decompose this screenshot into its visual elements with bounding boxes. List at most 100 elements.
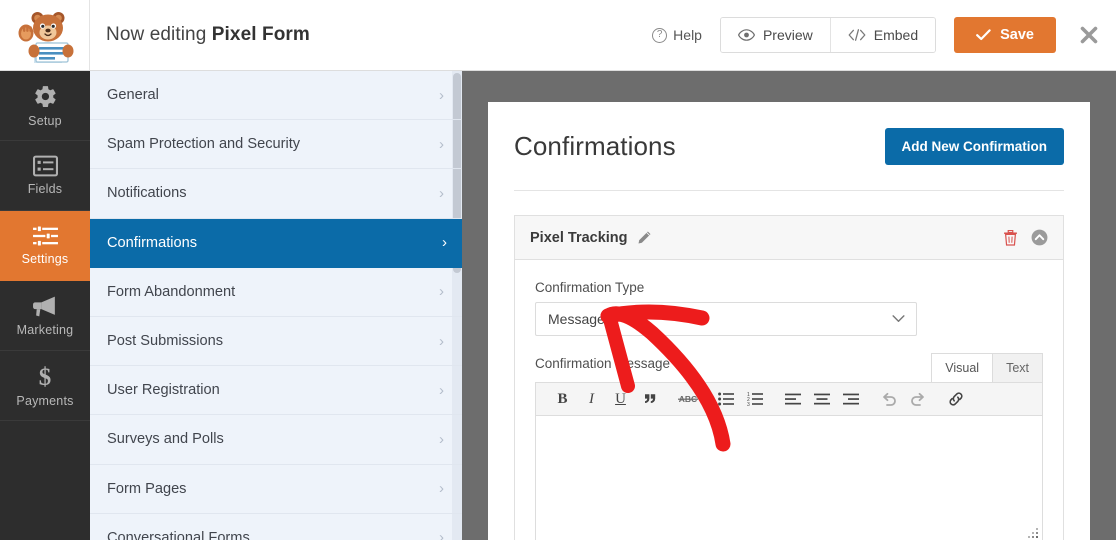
sidebar-item-label: Settings (21, 252, 69, 266)
settings-item-surveys-and-polls[interactable]: Surveys and Polls › (90, 415, 462, 465)
settings-item-label: User Registration (107, 382, 220, 399)
numbered-list-icon[interactable]: 1 2 3 (740, 385, 769, 414)
checkmark-icon (976, 29, 991, 41)
chevron-right-icon: › (439, 430, 444, 448)
chevron-right-icon: › (439, 529, 444, 540)
tab-text[interactable]: Text (993, 353, 1043, 382)
settings-item-form-pages[interactable]: Form Pages › (90, 465, 462, 514)
header-divider (514, 190, 1064, 191)
editor-resize-handle[interactable] (1028, 528, 1039, 539)
align-right-icon[interactable] (836, 385, 865, 414)
confirmation-message-row: Confirmation Message Visual Text B I U A… (535, 353, 1043, 540)
svg-text:$: $ (39, 364, 52, 389)
svg-text:3: 3 (747, 402, 750, 406)
chevron-right-icon: › (439, 184, 444, 202)
sidebar-item-marketing[interactable]: Marketing (0, 281, 90, 351)
chevron-right-icon: › (439, 381, 444, 399)
settings-item-user-registration[interactable]: User Registration › (90, 366, 462, 416)
strikethrough-icon[interactable]: ABC (673, 385, 702, 414)
sidebar-item-label: Marketing (16, 323, 74, 337)
save-button[interactable]: Save (954, 17, 1056, 53)
redo-icon[interactable] (903, 385, 932, 414)
page-title: Confirmations (514, 131, 676, 161)
close-icon (1080, 26, 1098, 44)
question-mark-icon: ? (652, 27, 668, 43)
trash-icon[interactable] (1003, 229, 1018, 246)
italic-icon[interactable]: I (577, 385, 606, 414)
top-toolbar-actions: ? Help Preview Embed Save (648, 17, 1116, 53)
confirmation-block-body: Confirmation Type Message Confirmation M… (515, 260, 1063, 540)
settings-item-label: Form Abandonment (107, 283, 236, 300)
underline-icon[interactable]: U (606, 385, 635, 414)
app-logo (0, 0, 90, 70)
editing-prefix: Now editing (106, 24, 207, 45)
builder-nav-rail: Setup Fields Settings Marketing $ Paymen… (0, 71, 90, 540)
chevron-right-icon: › (439, 332, 444, 350)
megaphone-icon (32, 296, 55, 317)
settings-item-notifications[interactable]: Notifications › (90, 169, 462, 219)
blockquote-icon[interactable] (635, 385, 664, 414)
align-left-icon[interactable] (778, 385, 807, 414)
confirmation-block-actions (1003, 229, 1048, 246)
confirmation-name: Pixel Tracking (530, 229, 628, 246)
editor-toolbar: B I U ABC 1 2 3 (536, 383, 1042, 416)
settings-item-label: Confirmations (107, 234, 198, 251)
pencil-icon[interactable] (637, 230, 652, 245)
preview-button[interactable]: Preview (720, 18, 830, 52)
sidebar-item-payments[interactable]: $ Payments (0, 351, 90, 421)
settings-item-post-submissions[interactable]: Post Submissions › (90, 317, 462, 367)
confirmation-message-input[interactable] (536, 416, 1042, 540)
help-label: Help (673, 27, 702, 43)
chevron-up-circle-icon[interactable] (1031, 229, 1048, 246)
settings-menu-panel: General › Spam Protection and Security ›… (90, 71, 462, 540)
embed-button[interactable]: Embed (829, 18, 936, 52)
sliders-icon (32, 225, 58, 247)
sidebar-item-setup[interactable]: Setup (0, 71, 90, 141)
eye-icon (737, 29, 755, 41)
settings-item-label: Spam Protection and Security (107, 136, 301, 153)
list-icon (32, 155, 58, 177)
confirmations-header: Confirmations Add New Confirmation (514, 128, 1064, 165)
link-icon[interactable] (941, 385, 970, 414)
settings-item-label: General (107, 87, 159, 104)
sidebar-item-label: Fields (27, 182, 63, 196)
confirmation-type-value: Message (548, 311, 605, 327)
confirmation-block: Pixel Tracking Confirmation Type Message… (514, 215, 1064, 540)
bold-icon[interactable]: B (548, 385, 577, 414)
settings-item-label: Form Pages (107, 480, 187, 497)
settings-item-conversational-forms[interactable]: Conversational Forms › (90, 514, 462, 540)
close-builder-button[interactable] (1076, 22, 1102, 48)
preview-embed-group: Preview Embed (719, 17, 937, 53)
confirmations-panel: Confirmations Add New Confirmation Pixel… (488, 102, 1090, 540)
undo-icon[interactable] (874, 385, 903, 414)
chevron-right-icon: › (439, 135, 444, 153)
settings-item-spam-protection[interactable]: Spam Protection and Security › (90, 120, 462, 170)
settings-item-label: Notifications (107, 185, 187, 202)
sidebar-item-fields[interactable]: Fields (0, 141, 90, 211)
settings-item-form-abandonment[interactable]: Form Abandonment › (90, 268, 462, 317)
form-name: Pixel Form (211, 24, 310, 45)
settings-item-confirmations[interactable]: Confirmations › (90, 218, 462, 268)
form-builder-window: Now editing Pixel Form ? Help Preview Em… (0, 0, 1116, 540)
settings-item-general[interactable]: General › (90, 71, 462, 121)
settings-item-label: Conversational Forms (107, 529, 250, 540)
chevron-right-icon: › (442, 234, 447, 252)
bear-mascot-icon (18, 12, 73, 63)
preview-label: Preview (762, 27, 813, 43)
tab-visual[interactable]: Visual (931, 353, 994, 382)
settings-item-label: Surveys and Polls (107, 431, 224, 448)
top-toolbar: Now editing Pixel Form ? Help Preview Em… (0, 0, 1116, 71)
confirmation-message-editor: B I U ABC 1 2 3 (535, 382, 1043, 540)
add-new-confirmation-button[interactable]: Add New Confirmation (884, 128, 1064, 165)
editor-mode-tabs: Visual Text (931, 353, 1043, 382)
confirmation-type-select[interactable]: Message (535, 302, 917, 336)
confirmation-block-header: Pixel Tracking (515, 216, 1063, 260)
sidebar-item-settings[interactable]: Settings (0, 211, 90, 281)
save-label: Save (1000, 27, 1034, 43)
chevron-down-icon (892, 315, 905, 322)
chevron-right-icon: › (439, 86, 444, 104)
settings-menu-list: General › Spam Protection and Security ›… (90, 71, 462, 540)
align-center-icon[interactable] (807, 385, 836, 414)
help-button[interactable]: ? Help (648, 21, 720, 49)
bullet-list-icon[interactable] (711, 385, 740, 414)
